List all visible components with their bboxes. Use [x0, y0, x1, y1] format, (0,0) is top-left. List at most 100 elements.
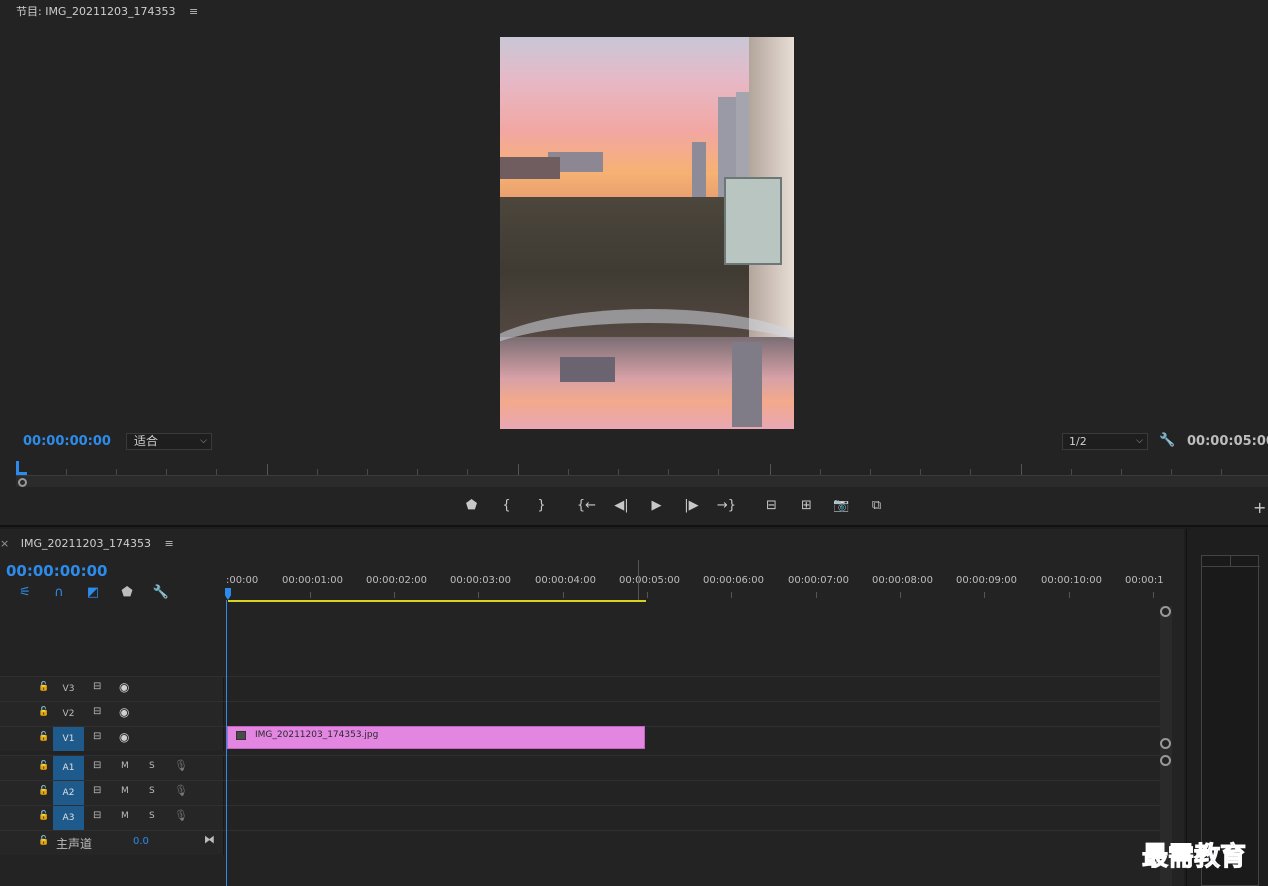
sync-lock-icon[interactable]: ⊟ — [93, 760, 101, 771]
track-header: 🔓 A1 ⊟ M S 🎙 — [0, 756, 224, 780]
master-track-label: 主声道 — [56, 837, 93, 851]
track-v2: 🔓 V2 ⊟ ◉ — [0, 701, 1160, 726]
timeline-timecode[interactable]: 00:00:00:00 — [6, 562, 108, 580]
track-header: 🔓 V1 ⊟ ◉ — [0, 727, 224, 751]
scrollbar-handle[interactable] — [1160, 738, 1171, 749]
mute-button[interactable]: M — [121, 811, 129, 821]
sync-lock-icon[interactable]: ⊟ — [93, 785, 101, 796]
chevron-down-icon: ⌵ — [1136, 436, 1143, 446]
go-to-end-icon[interactable]: ⧓ — [204, 833, 215, 846]
sync-lock-icon[interactable]: ⊟ — [93, 731, 101, 742]
work-area-bar[interactable] — [228, 600, 646, 602]
extract-icon[interactable]: ⊞ — [789, 496, 824, 516]
ruler-label: 00:00:10:00 — [1041, 575, 1103, 586]
track-header: 🔓 主声道 0.0 ⧓ — [0, 831, 224, 855]
ruler-label: 00:00:1 — [1125, 575, 1164, 586]
track-label[interactable]: V3 — [53, 677, 84, 701]
ruler-label: 00:00:01:00 — [282, 575, 344, 586]
mark-out-icon[interactable]: } — [524, 496, 559, 516]
button-editor-add-button[interactable]: + — [1253, 498, 1266, 517]
panel-menu-icon[interactable]: ≡ — [189, 5, 198, 18]
playhead-timecode[interactable]: 00:00:00:00 — [23, 434, 111, 449]
lock-icon[interactable]: 🔓 — [38, 836, 49, 846]
ruler-label: 00:00:03:00 — [450, 575, 512, 586]
track-label[interactable]: A3 — [53, 806, 84, 830]
playback-resolution-value: 1/2 — [1069, 435, 1087, 448]
solo-button[interactable]: S — [149, 786, 155, 796]
mute-button[interactable]: M — [121, 786, 129, 796]
ruler-label: 00:00:09:00 — [956, 575, 1018, 586]
mark-in-icon[interactable]: { — [489, 496, 524, 516]
play-icon[interactable]: ▶ — [639, 496, 674, 516]
timeline-ruler[interactable]: :00:00 00:00:01:00 00:00:02:00 00:00:03:… — [226, 572, 1164, 602]
settings-wrench-icon[interactable]: 🔧 — [1159, 433, 1175, 448]
lock-icon[interactable]: 🔓 — [38, 682, 49, 692]
track-master: 🔓 主声道 0.0 ⧓ — [0, 830, 1160, 855]
go-to-in-icon[interactable]: {← — [569, 496, 604, 516]
audio-meters-panel — [1186, 529, 1268, 886]
transport-controls: ⬟ { } {← ◀| ▶ |▶ →} ⊟ ⊞ 📷 ⧉ — [454, 496, 894, 516]
panel-menu-icon[interactable]: ≡ — [164, 537, 173, 550]
lock-icon[interactable]: 🔓 — [38, 786, 49, 796]
eye-icon[interactable]: ◉ — [119, 730, 129, 744]
zoom-level-select[interactable]: 适合 ⌵ — [126, 433, 212, 450]
ruler-label: :00:00 — [226, 575, 259, 586]
track-header: 🔓 V3 ⊟ ◉ — [0, 677, 224, 701]
timeline-tab[interactable]: × IMG_20211203_174353 ≡ — [0, 537, 174, 550]
export-frame-icon[interactable]: 📷 — [824, 496, 859, 516]
program-monitor-header: 节目: IMG_20211203_174353 ≡ — [16, 3, 198, 19]
monitor-playhead[interactable] — [16, 461, 27, 475]
mic-icon[interactable]: 🎙 — [174, 809, 188, 822]
add-marker-icon[interactable]: ⬟ — [110, 585, 144, 600]
track-label[interactable]: V1 — [53, 727, 84, 751]
mic-icon[interactable]: 🎙 — [174, 784, 188, 797]
timeline-tools: ⚟ ∩ ◩ ⬟ 🔧 — [8, 585, 178, 600]
track-a1: 🔓 A1 ⊟ M S 🎙 — [0, 755, 1160, 780]
ruler-label: 00:00:07:00 — [788, 575, 850, 586]
program-monitor-title[interactable]: 节目: IMG_20211203_174353 — [16, 5, 175, 18]
scrollbar-handle[interactable] — [18, 478, 27, 487]
ruler-label: 00:00:04:00 — [535, 575, 597, 586]
nest-toggle-icon[interactable]: ⚟ — [8, 585, 42, 600]
solo-button[interactable]: S — [149, 761, 155, 771]
track-label[interactable]: V2 — [53, 702, 84, 726]
lock-icon[interactable]: 🔓 — [38, 732, 49, 742]
go-to-out-icon[interactable]: →} — [709, 496, 744, 516]
linked-selection-icon[interactable]: ◩ — [76, 585, 110, 600]
track-v3: 🔓 V3 ⊟ ◉ — [0, 676, 1160, 701]
mic-icon[interactable]: 🎙 — [174, 759, 188, 772]
scrollbar-handle[interactable] — [1160, 606, 1171, 617]
solo-button[interactable]: S — [149, 811, 155, 821]
add-marker-icon[interactable]: ⬟ — [454, 496, 489, 516]
lift-icon[interactable]: ⊟ — [754, 496, 789, 516]
sync-lock-icon[interactable]: ⊟ — [93, 681, 101, 692]
chevron-down-icon: ⌵ — [200, 436, 207, 446]
close-tab-icon[interactable]: × — [0, 537, 9, 550]
lock-icon[interactable]: 🔓 — [38, 811, 49, 821]
mute-button[interactable]: M — [121, 761, 129, 771]
timeline-settings-wrench-icon[interactable]: 🔧 — [144, 585, 178, 600]
scrollbar-handle[interactable] — [1160, 755, 1171, 766]
track-header: 🔓 V2 ⊟ ◉ — [0, 702, 224, 726]
video-preview — [500, 37, 794, 429]
track-a2: 🔓 A2 ⊟ M S 🎙 — [0, 780, 1160, 805]
video-clip[interactable]: IMG_20211203_174353.jpg — [227, 726, 645, 749]
eye-icon[interactable]: ◉ — [119, 680, 129, 694]
image-fx-icon — [236, 731, 246, 740]
lock-icon[interactable]: 🔓 — [38, 761, 49, 771]
comparison-view-icon[interactable]: ⧉ — [859, 496, 894, 516]
sync-lock-icon[interactable]: ⊟ — [93, 706, 101, 717]
playback-resolution-select[interactable]: 1/2 ⌵ — [1062, 433, 1148, 450]
track-a3: 🔓 A3 ⊟ M S 🎙 — [0, 805, 1160, 830]
lock-icon[interactable]: 🔓 — [38, 707, 49, 717]
eye-icon[interactable]: ◉ — [119, 705, 129, 719]
step-forward-icon[interactable]: |▶ — [674, 496, 709, 516]
track-label[interactable]: A2 — [53, 781, 84, 805]
master-volume-value[interactable]: 0.0 — [133, 836, 149, 847]
monitor-zoom-scrollbar[interactable] — [16, 476, 1268, 487]
duration-timecode: 00:00:05:00 — [1187, 434, 1268, 449]
track-label[interactable]: A1 — [53, 756, 84, 780]
sync-lock-icon[interactable]: ⊟ — [93, 810, 101, 821]
snap-magnet-icon[interactable]: ∩ — [42, 585, 76, 600]
step-back-icon[interactable]: ◀| — [604, 496, 639, 516]
